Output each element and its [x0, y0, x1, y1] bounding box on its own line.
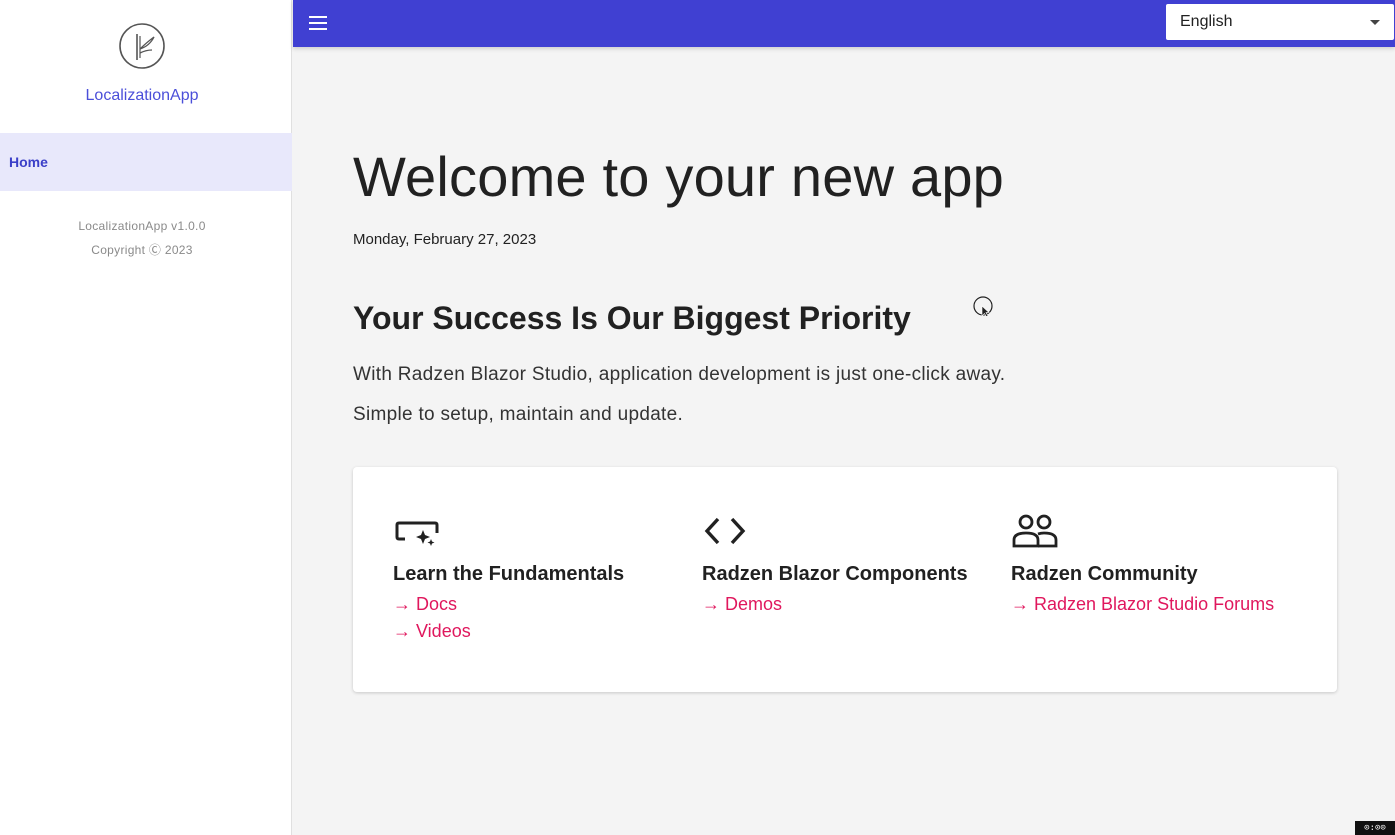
app-logo-icon	[119, 23, 165, 69]
docs-link[interactable]: → Docs	[393, 594, 624, 615]
section-subtitle: Your Success Is Our Biggest Priority	[353, 300, 911, 336]
resource-title: Radzen Community	[1011, 563, 1198, 585]
sidebar-footer: LocalizationApp v1.0.0 Copyright Ⓒ 2023	[0, 214, 284, 262]
corner-indicator-icon: ⊙:⊙⊙	[1355, 821, 1395, 835]
language-select[interactable]: English	[1166, 4, 1394, 40]
code-icon	[704, 517, 746, 545]
page-title: Welcome to your new app	[353, 145, 1005, 208]
sidebar-item-home[interactable]: Home	[0, 133, 292, 191]
resources-card: Learn the Fundamentals → Docs → Videos R…	[353, 467, 1337, 692]
sidebar: LocalizationApp Home LocalizationApp v1.…	[0, 0, 292, 835]
copyright-text: Copyright Ⓒ 2023	[91, 243, 193, 257]
hamburger-menu-icon[interactable]	[308, 13, 328, 33]
language-select-value: English	[1180, 13, 1233, 30]
current-date: Monday, February 27, 2023	[353, 231, 537, 248]
resource-column-fundamentals: Learn the Fundamentals → Docs → Videos	[393, 513, 624, 642]
resource-column-components: Radzen Blazor Components → Demos	[702, 513, 968, 615]
magic-button-icon	[395, 521, 439, 546]
forums-link[interactable]: → Radzen Blazor Studio Forums	[1011, 594, 1274, 615]
videos-link[interactable]: → Videos	[393, 621, 624, 642]
sidebar-item-label: Home	[9, 154, 48, 170]
app-name: LocalizationApp	[85, 87, 199, 104]
resource-title: Learn the Fundamentals	[393, 563, 625, 585]
group-icon	[1012, 514, 1058, 548]
intro-paragraph: With Radzen Blazor Studio, application d…	[353, 364, 1006, 385]
intro-paragraph-2: Simple to setup, maintain and update.	[353, 404, 684, 425]
mouse-cursor-icon	[973, 296, 993, 316]
caret-down-icon	[1370, 20, 1380, 25]
app-version: LocalizationApp v1.0.0	[78, 219, 206, 233]
resource-title: Radzen Blazor Components	[702, 563, 968, 585]
demos-link[interactable]: → Demos	[702, 594, 968, 615]
top-header: English	[293, 0, 1395, 47]
resource-column-community: Radzen Community → Radzen Blazor Studio …	[1011, 513, 1274, 615]
